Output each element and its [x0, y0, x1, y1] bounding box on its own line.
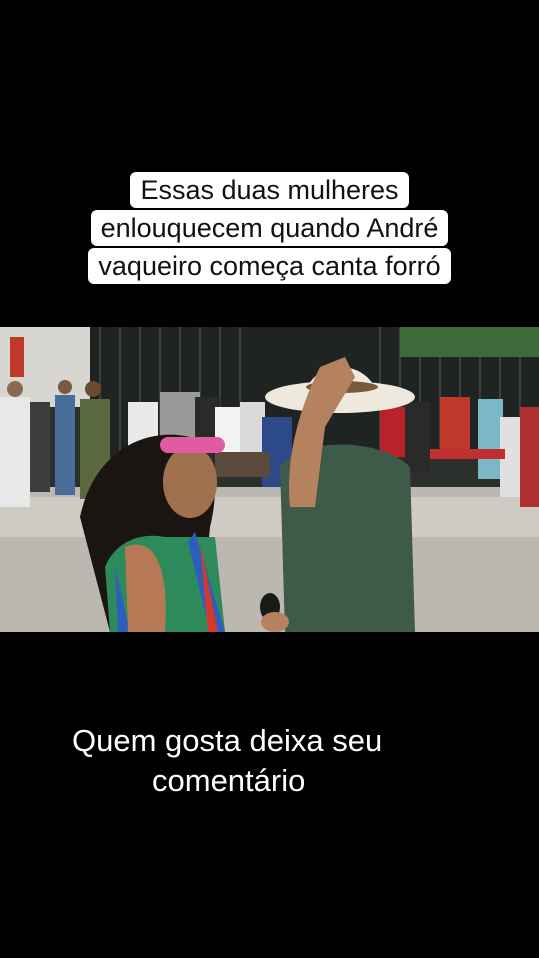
caption-line-2: enlouquecem quando André	[90, 210, 449, 246]
caption-overlay: Essas duas mulheres enlouquecem quando A…	[0, 170, 539, 284]
caption-line-3: vaqueiro começa canta forró	[88, 248, 451, 284]
video-frame	[0, 327, 539, 632]
bottom-caption-line-2: comentário	[152, 763, 306, 798]
caption-line-1: Essas duas mulheres	[130, 172, 409, 208]
street-scene-image	[0, 327, 539, 632]
bottom-caption-line-1: Quem gosta deixa seu	[72, 723, 383, 758]
